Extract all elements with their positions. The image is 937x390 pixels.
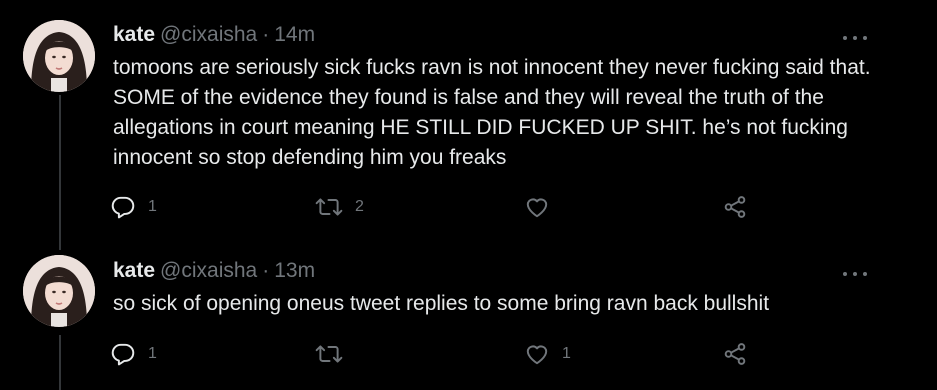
avatar[interactable] — [23, 255, 95, 327]
like-count: 1 — [562, 345, 571, 362]
timestamp[interactable]: 13m — [274, 259, 315, 282]
tweet-header: kate @cixaisha · 14m — [113, 22, 315, 48]
separator: · — [262, 23, 270, 46]
user-handle[interactable]: @cixaisha — [160, 23, 257, 46]
tweet-text: tomoons are seriously sick fucks ravn is… — [113, 56, 871, 169]
reply-count: 1 — [148, 345, 157, 362]
reply-button[interactable]: 1 — [110, 339, 157, 369]
tweet-header: kate @cixaisha · 13m — [113, 258, 315, 284]
like-icon — [524, 194, 550, 220]
reply-icon — [110, 341, 136, 367]
user-handle[interactable]: @cixaisha — [160, 259, 257, 282]
share-button[interactable] — [722, 339, 748, 369]
avatar[interactable] — [23, 20, 95, 92]
tweet[interactable]: kate @cixaisha · 13m so sick of opening one… — [0, 245, 937, 390]
like-button[interactable]: 1 — [524, 339, 571, 369]
tweet-actions: 1 1 — [110, 339, 760, 369]
reply-icon — [110, 194, 136, 220]
tweet[interactable]: kate @cixaisha · 14m tomoons are seriously … — [0, 0, 937, 235]
separator: · — [262, 259, 270, 282]
display-name[interactable]: kate — [113, 23, 155, 46]
like-icon — [524, 341, 550, 367]
tweet-actions: 1 2 — [110, 192, 760, 222]
share-button[interactable] — [722, 192, 748, 222]
like-button[interactable] — [524, 192, 562, 222]
reply-count: 1 — [148, 198, 157, 215]
retweet-icon — [315, 341, 343, 367]
timestamp[interactable]: 14m — [274, 23, 315, 46]
share-icon — [722, 194, 748, 220]
retweet-count: 2 — [355, 198, 364, 215]
tweet-text: so sick of opening oneus tweet replies t… — [113, 292, 770, 315]
retweet-button[interactable]: 2 — [315, 192, 364, 222]
more-icon[interactable] — [843, 33, 867, 43]
retweet-button[interactable] — [315, 339, 355, 369]
reply-button[interactable]: 1 — [110, 192, 157, 222]
display-name[interactable]: kate — [113, 259, 155, 282]
retweet-icon — [315, 194, 343, 220]
more-icon[interactable] — [843, 269, 867, 279]
share-icon — [722, 341, 748, 367]
